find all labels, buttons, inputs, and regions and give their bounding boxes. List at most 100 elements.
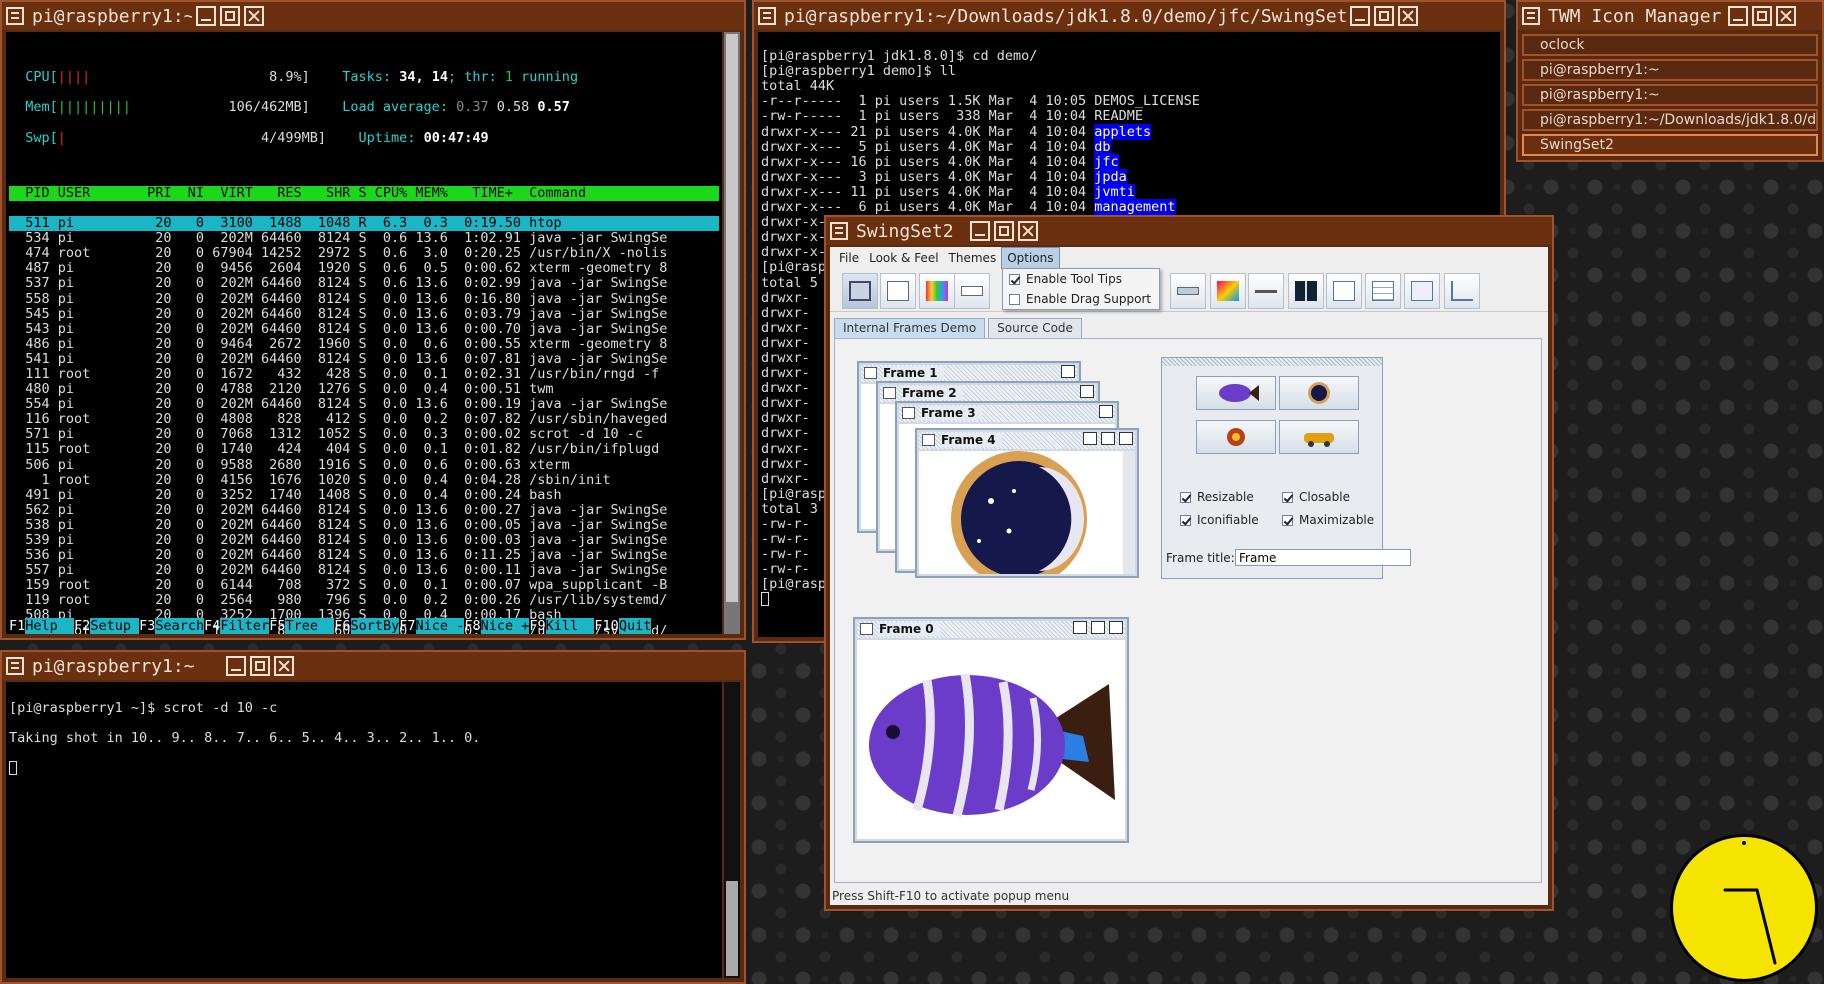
- iconify-icon[interactable]: [1083, 432, 1097, 445]
- tooltip-demo-button[interactable]: [1404, 273, 1440, 309]
- process-row[interactable]: 537 pi 20 0 202M 64460 8124 S 0.6 13.6 0…: [9, 276, 719, 291]
- tab-source-code[interactable]: Source Code: [988, 318, 1082, 338]
- scrollpane-demo-button[interactable]: [1210, 273, 1246, 309]
- process-row[interactable]: 558 pi 20 0 202M 64460 8124 S 0.0 13.6 0…: [9, 291, 719, 307]
- maximize-icon[interactable]: [220, 6, 240, 26]
- frame-title-input[interactable]: [1235, 549, 1411, 566]
- process-row[interactable]: 541 pi 20 0 202M 64460 8124 S 0.0 13.6 0…: [9, 351, 719, 367]
- tab-internal-frames-demo[interactable]: Internal Frames Demo: [834, 318, 986, 338]
- process-row-selected[interactable]: 511 pi 20 0 3100 1488 1048 R 6.3 0.3 0:1…: [9, 215, 719, 232]
- iconifiable-checkbox[interactable]: Iconifiable: [1180, 513, 1259, 527]
- close-icon[interactable]: [1080, 385, 1094, 398]
- fkey-action[interactable]: Nice +: [480, 617, 530, 634]
- maximize-icon[interactable]: [1752, 6, 1772, 26]
- menu-item-enable-tooltips[interactable]: Enable Tool Tips: [1003, 269, 1159, 289]
- oclock-widget[interactable]: [1670, 834, 1818, 982]
- swingset2-titlebar[interactable]: SwingSet2: [826, 217, 1552, 245]
- process-row[interactable]: 545 pi 20 0 202M 64460 8124 S 0.0 13.6 0…: [9, 306, 719, 322]
- icon-manager-item-active[interactable]: SwingSet2: [1522, 134, 1818, 156]
- internal-frame-0[interactable]: Frame 0: [853, 617, 1129, 843]
- splitpane-demo-button[interactable]: [1288, 273, 1324, 309]
- fkey-action[interactable]: SortBy: [350, 617, 400, 634]
- process-row[interactable]: 571 pi 20 0 7068 1312 1052 S 0.0 0.3 0:0…: [9, 427, 719, 442]
- menu-themes[interactable]: Themes: [944, 248, 1002, 268]
- window-menu-icon[interactable]: [1522, 7, 1540, 25]
- terminal2-scrollbar[interactable]: [724, 682, 740, 978]
- create-moon-frame-button[interactable]: [1279, 376, 1359, 410]
- process-row[interactable]: 554 pi 20 0 202M 64460 8124 S 0.0 13.6 0…: [9, 397, 719, 412]
- minimize-icon[interactable]: [970, 221, 990, 241]
- terminal2-content[interactable]: [pi@raspberry1 ~]$ scrot -d 10 -c Taking…: [6, 682, 722, 978]
- table-demo-button[interactable]: [1365, 273, 1401, 309]
- process-row[interactable]: 538 pi 20 0 202M 64460 8124 S 0.0 13.6 0…: [9, 517, 719, 533]
- colorchooser-demo-button[interactable]: [919, 273, 955, 309]
- htop-scrollbar[interactable]: [724, 32, 740, 634]
- process-row[interactable]: 487 pi 20 0 9456 2604 1920 S 0.6 0.5 0:0…: [9, 261, 719, 276]
- process-row[interactable]: 539 pi 20 0 202M 64460 8124 S 0.0 13.6 0…: [9, 532, 719, 548]
- maximize-icon[interactable]: [994, 221, 1014, 241]
- terminal-window-2[interactable]: pi@raspberry1:~ [pi@raspberry1 ~]$ scrot…: [0, 650, 746, 984]
- close-icon[interactable]: [1099, 405, 1113, 418]
- minimize-icon[interactable]: [1728, 6, 1748, 26]
- internal-frame-titlebar[interactable]: Frame 3: [899, 405, 1115, 422]
- icon-manager-item[interactable]: pi@raspberry1:~/Downloads/jdk1.8.0/demo/…: [1522, 109, 1818, 131]
- close-icon[interactable]: [244, 6, 264, 26]
- icon-manager-item[interactable]: pi@raspberry1:~: [1522, 84, 1818, 106]
- maximize-icon[interactable]: [1091, 621, 1105, 634]
- internal-frame-demo-button[interactable]: [842, 273, 878, 309]
- window-menu-icon[interactable]: [830, 222, 848, 240]
- combobox-demo-button[interactable]: [954, 273, 990, 309]
- iconify-icon[interactable]: [1073, 621, 1087, 634]
- htop-window[interactable]: pi@raspberry1:~ CPU[|||| 8.9%] Tasks: 34…: [0, 0, 746, 640]
- icon-manager-titlebar[interactable]: TWM Icon Manager: [1518, 2, 1822, 30]
- resizable-checkbox[interactable]: Resizable: [1180, 490, 1254, 504]
- maximizable-checkbox[interactable]: Maximizable: [1282, 513, 1374, 527]
- menu-item-enable-drag[interactable]: Enable Drag Support: [1003, 289, 1159, 309]
- menu-options[interactable]: Options: [1001, 247, 1060, 269]
- frame-scrollbar[interactable]: [1123, 451, 1135, 574]
- close-icon[interactable]: [1398, 6, 1418, 26]
- process-row[interactable]: 116 root 20 0 4808 828 412 S 0.0 0.2 0:0…: [9, 412, 719, 427]
- internal-frame-titlebar[interactable]: Frame 2: [880, 385, 1096, 402]
- slider-demo-button[interactable]: [1248, 273, 1284, 309]
- process-table-header[interactable]: PID USER PRI NI VIRT RES SHR S CPU% MEM%…: [9, 185, 719, 201]
- swingset2-window[interactable]: SwingSet2 File Look & Feel Themes Option…: [824, 215, 1554, 911]
- terminal3-titlebar[interactable]: pi@raspberry1:~/Downloads/jdk1.8.0/demo/…: [754, 2, 1504, 30]
- close-icon[interactable]: [1119, 432, 1133, 445]
- process-row[interactable]: 506 pi 20 0 9588 2680 1916 S 0.0 0.6 0:0…: [9, 457, 719, 473]
- htop-titlebar[interactable]: pi@raspberry1:~: [2, 2, 744, 30]
- fkey-action[interactable]: Quit: [618, 617, 652, 634]
- tabbedpane-demo-button[interactable]: [1326, 273, 1362, 309]
- process-row[interactable]: 159 root 20 0 6144 708 372 S 0.0 0.1 0:0…: [9, 578, 719, 593]
- close-icon[interactable]: [1018, 221, 1038, 241]
- fkey-action[interactable]: Tree: [285, 617, 335, 634]
- minimize-icon[interactable]: [226, 656, 246, 676]
- maximize-icon[interactable]: [250, 656, 270, 676]
- maximize-icon[interactable]: [1374, 6, 1394, 26]
- icon-manager-item[interactable]: oclock: [1522, 34, 1818, 56]
- process-row[interactable]: 111 root 20 0 1672 432 428 S 0.0 0.1 0:0…: [9, 366, 719, 382]
- fkey-action[interactable]: Setup: [90, 617, 140, 634]
- close-icon[interactable]: [1109, 621, 1123, 634]
- create-bug-frame-button[interactable]: [1196, 420, 1276, 454]
- menu-look-and-feel[interactable]: Look & Feel: [864, 248, 943, 268]
- terminal2-titlebar[interactable]: pi@raspberry1:~: [2, 652, 744, 680]
- htop-terminal[interactable]: CPU[|||| 8.9%] Tasks: 34, 14; thr: 1 run…: [6, 32, 722, 634]
- process-row[interactable]: 486 pi 20 0 9464 2672 1960 S 0.0 0.6 0:0…: [9, 336, 719, 352]
- process-row[interactable]: 562 pi 20 0 202M 64460 8124 S 0.0 13.6 0…: [9, 502, 719, 518]
- icon-manager-window[interactable]: TWM Icon Manager oclock pi@raspberry1:~ …: [1516, 0, 1824, 162]
- closable-checkbox[interactable]: Closable: [1282, 490, 1350, 504]
- window-menu-icon[interactable]: [6, 657, 24, 675]
- process-table[interactable]: 511 pi 20 0 3100 1488 1048 R 6.3 0.3 0:1…: [9, 215, 719, 634]
- menu-file[interactable]: File: [834, 248, 864, 268]
- fkey-action[interactable]: Kill: [545, 617, 595, 634]
- close-icon[interactable]: [1061, 365, 1075, 378]
- fkey-action[interactable]: Search: [155, 617, 205, 634]
- fkey-action[interactable]: Filter: [220, 617, 270, 634]
- button-demo-button[interactable]: [880, 273, 916, 309]
- process-row[interactable]: 557 pi 20 0 202M 64460 8124 S 0.0 13.6 0…: [9, 563, 719, 578]
- internal-frame-titlebar[interactable]: Frame 1: [861, 365, 1077, 382]
- internal-frame-4[interactable]: Frame 4: [915, 428, 1139, 578]
- fkey-action[interactable]: Help: [25, 617, 75, 634]
- minimize-icon[interactable]: [196, 6, 216, 26]
